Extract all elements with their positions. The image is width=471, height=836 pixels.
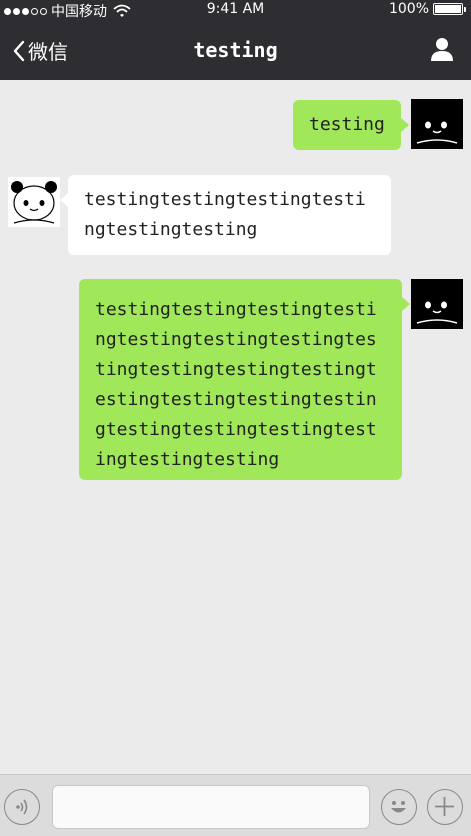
voice-button[interactable] (4, 789, 40, 825)
chat-title: testing (193, 38, 278, 62)
message-bubble-outgoing[interactable]: testing (293, 100, 409, 150)
emoji-icon (391, 801, 406, 813)
input-bar (0, 774, 471, 836)
plus-button[interactable] (427, 789, 463, 825)
message-text: testingtestingtestingtestingtestingtesti… (95, 299, 377, 470)
status-right: 100% (388, 1, 466, 17)
my-avatar[interactable] (411, 99, 463, 149)
contact-icon[interactable] (429, 36, 455, 62)
panda-avatar-icon (415, 289, 459, 325)
panda-avatar-icon (11, 181, 57, 224)
battery-percent: 100% (388, 1, 429, 17)
message-bubble-outgoing[interactable]: testingtestingtestingtestingtestingtesti… (79, 279, 410, 480)
emoji-button[interactable] (381, 789, 417, 825)
nav-bar: 微信 testing (0, 20, 471, 80)
message-bubble-incoming[interactable]: testingtestingtestingtestingtestingtesti… (60, 175, 391, 255)
battery-icon (433, 3, 466, 15)
contact-avatar[interactable] (8, 177, 60, 227)
status-bar: 中国移动 9:41 AM 100% (0, 0, 471, 20)
message-text: testing (309, 114, 385, 135)
chat-area[interactable]: testing testingtestingtestingtestingtest… (0, 80, 471, 774)
message-input[interactable] (52, 785, 370, 829)
my-avatar[interactable] (411, 279, 463, 329)
battery-fill (435, 5, 461, 13)
message-text: testingtestingtestingtestingtestingtesti… (84, 189, 366, 240)
panda-avatar-icon (415, 109, 459, 145)
voice-icon (16, 799, 28, 815)
plus-icon (435, 797, 454, 816)
